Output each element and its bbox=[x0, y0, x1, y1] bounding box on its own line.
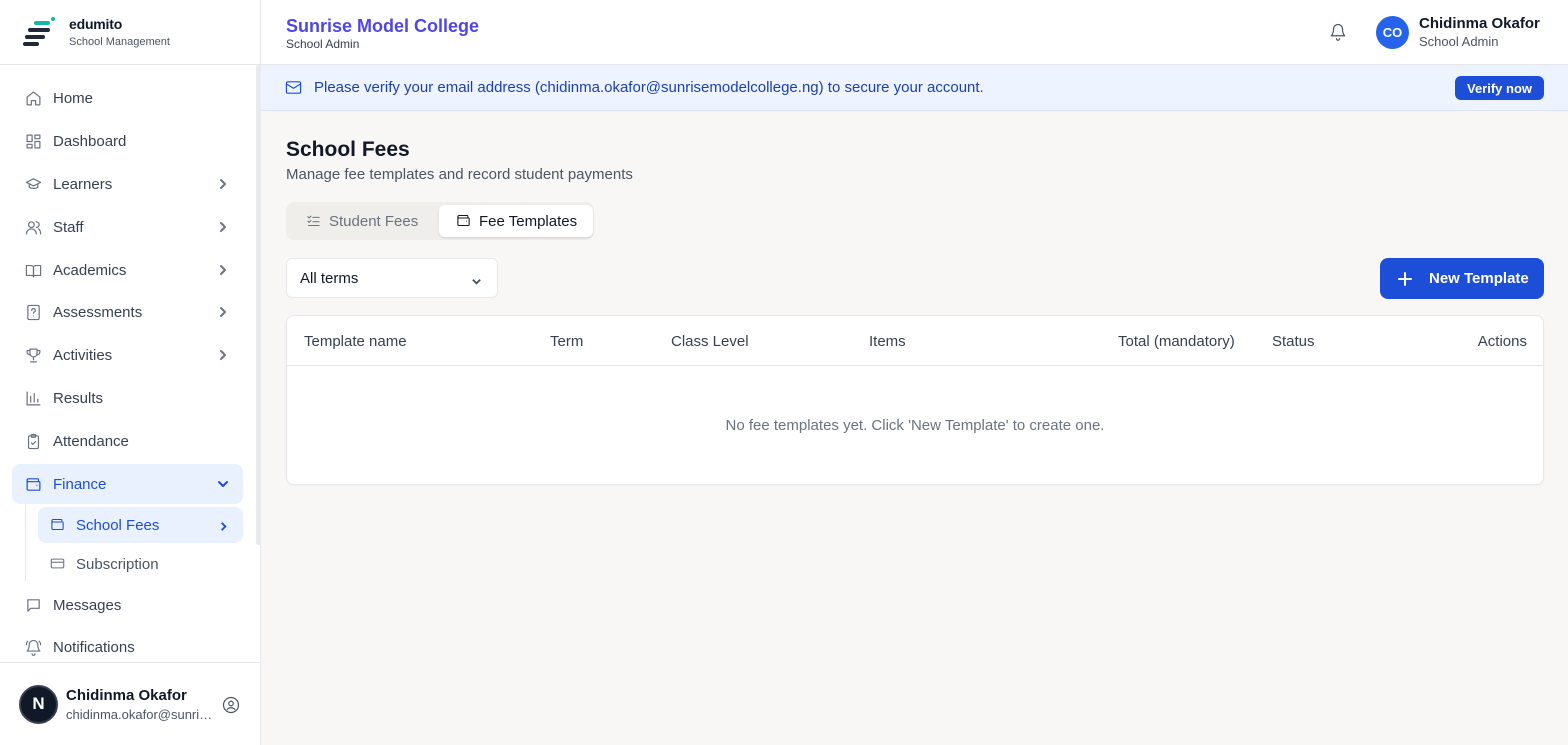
sidebar-item-label: Finance bbox=[53, 475, 107, 493]
sidebar-item-activities[interactable]: Activities bbox=[12, 335, 243, 375]
header-user-info[interactable]: Chidinma Okafor School Admin bbox=[1419, 15, 1540, 49]
sidebar-user-email: chidinma.okafor@sunrisemodelcollege.ng bbox=[66, 706, 214, 722]
bar-chart-icon bbox=[24, 389, 42, 407]
chevron-right-icon bbox=[217, 220, 229, 232]
school-name: Sunrise Model College bbox=[286, 16, 480, 36]
sidebar-item-label: Messages bbox=[53, 596, 122, 614]
verify-email-banner: Please verify your email address (chidin… bbox=[261, 65, 1568, 111]
sidebar-item-results[interactable]: Results bbox=[12, 378, 243, 418]
sidebar-item-staff[interactable]: Staff bbox=[12, 207, 243, 247]
bell-ring-icon bbox=[24, 638, 42, 656]
sidebar-subitem-label: School Fees bbox=[76, 516, 160, 534]
brand-name: edumito bbox=[69, 16, 123, 32]
school-role: School Admin bbox=[286, 37, 360, 51]
home-icon bbox=[24, 89, 42, 107]
brand-subtitle: School Management bbox=[69, 36, 170, 48]
sidebar-user-name: Chidinma Okafor bbox=[66, 686, 187, 704]
sidebar-item-messages[interactable]: Messages bbox=[12, 585, 243, 625]
sidebar-item-learners[interactable]: Learners bbox=[12, 164, 243, 204]
sidebar-item-label: Activities bbox=[53, 346, 113, 364]
tab-fee-templates[interactable]: Fee Templates bbox=[439, 205, 593, 237]
sidebar-item-label: Staff bbox=[53, 218, 84, 236]
table-empty-message: No fee templates yet. Click 'New Templat… bbox=[725, 417, 1105, 434]
sidebar-subitem-school-fees[interactable]: School Fees bbox=[38, 507, 243, 543]
tab-student-fees[interactable]: Student Fees bbox=[306, 205, 418, 237]
sidebar-item-label: Attendance bbox=[53, 432, 129, 450]
credit-card-icon bbox=[50, 556, 66, 572]
plus-icon bbox=[1398, 271, 1412, 286]
sidebar-item-notifications[interactable]: Notifications bbox=[12, 627, 243, 667]
tab-label: Fee Templates bbox=[479, 212, 578, 230]
sidebar-item-academics[interactable]: Academics bbox=[12, 250, 243, 290]
header-user-role: School Admin bbox=[1419, 34, 1499, 49]
column-header-term: Term bbox=[550, 333, 584, 350]
sidebar-item-label: Home bbox=[53, 89, 94, 107]
sidebar-subitem-subscription[interactable]: Subscription bbox=[38, 546, 243, 582]
avatar: N bbox=[19, 684, 58, 724]
top-header: Sunrise Model College School Admin CO Ch… bbox=[261, 0, 1568, 65]
sidebar-item-label: Learners bbox=[53, 175, 113, 193]
message-icon bbox=[24, 596, 42, 614]
question-file-icon bbox=[24, 303, 42, 321]
wallet-icon bbox=[456, 213, 472, 229]
verify-email-message: Please verify your email address (chidin… bbox=[314, 79, 984, 96]
column-header-template-name: Template name bbox=[304, 333, 407, 350]
term-filter-value: All terms bbox=[300, 269, 359, 287]
chevron-down-icon bbox=[471, 274, 482, 291]
sidebar-item-home[interactable]: Home bbox=[12, 78, 243, 118]
chevron-right-icon bbox=[217, 305, 229, 317]
sidebar-item-finance[interactable]: Finance bbox=[12, 464, 243, 504]
sidebar-item-label: Assessments bbox=[53, 303, 143, 321]
sidebar: edumito School Management Home Dashboard… bbox=[0, 0, 261, 745]
wallet-icon bbox=[50, 517, 66, 533]
edumito-logo-icon bbox=[22, 17, 56, 47]
column-header-actions: Actions bbox=[1477, 333, 1527, 350]
chevron-right-icon bbox=[217, 348, 229, 360]
column-header-items: Items bbox=[869, 333, 906, 350]
new-template-label: New Template bbox=[1429, 270, 1529, 287]
user-circle-icon[interactable] bbox=[222, 696, 240, 714]
sidebar-item-label: Dashboard bbox=[53, 132, 127, 150]
tab-label: Student Fees bbox=[329, 212, 419, 230]
mail-icon bbox=[285, 79, 303, 97]
fees-tabs: Student Fees Fee Templates bbox=[286, 202, 594, 240]
clipboard-check-icon bbox=[24, 432, 42, 450]
trophy-icon bbox=[24, 346, 42, 364]
sidebar-item-dashboard[interactable]: Dashboard bbox=[12, 121, 243, 161]
table-header: Template name Term Class Level Items Tot… bbox=[287, 316, 1543, 366]
chevron-right-icon bbox=[217, 177, 229, 189]
header-avatar[interactable]: CO bbox=[1376, 16, 1409, 49]
sidebar-subitem-label: Subscription bbox=[76, 555, 159, 573]
sidebar-item-label: Academics bbox=[53, 261, 127, 279]
chevron-right-icon bbox=[218, 519, 229, 536]
submenu-guide-line bbox=[25, 503, 26, 581]
fee-templates-table: Template name Term Class Level Items Tot… bbox=[286, 315, 1544, 485]
page-title: School Fees bbox=[286, 138, 410, 161]
graduation-cap-icon bbox=[24, 175, 42, 193]
sidebar-item-assessments[interactable]: Assessments bbox=[12, 292, 243, 332]
chevron-down-icon bbox=[217, 477, 229, 489]
wallet-icon bbox=[24, 475, 42, 493]
term-filter-select[interactable]: All terms bbox=[286, 258, 498, 298]
bell-icon[interactable] bbox=[1329, 23, 1349, 43]
column-header-class-level: Class Level bbox=[671, 333, 749, 350]
book-icon bbox=[24, 261, 42, 279]
sidebar-user-card[interactable]: N Chidinma Okafor chidinma.okafor@sunris… bbox=[0, 662, 261, 745]
users-icon bbox=[24, 218, 42, 236]
sidebar-scrollbar[interactable] bbox=[256, 65, 261, 545]
new-template-button[interactable]: New Template bbox=[1380, 258, 1544, 299]
list-check-icon bbox=[306, 213, 322, 229]
column-header-total: Total (mandatory) bbox=[1118, 333, 1235, 350]
chevron-right-icon bbox=[217, 263, 229, 275]
sidebar-item-label: Results bbox=[53, 389, 104, 407]
column-header-status: Status bbox=[1272, 333, 1315, 350]
sidebar-item-label: Notifications bbox=[53, 638, 135, 656]
verify-now-button[interactable]: Verify now bbox=[1455, 76, 1544, 100]
dashboard-icon bbox=[24, 132, 42, 150]
page-subtitle: Manage fee templates and record student … bbox=[286, 166, 633, 183]
header-user-name: Chidinma Okafor bbox=[1419, 15, 1540, 32]
brand[interactable]: edumito School Management bbox=[0, 0, 260, 65]
sidebar-item-attendance[interactable]: Attendance bbox=[12, 421, 243, 461]
